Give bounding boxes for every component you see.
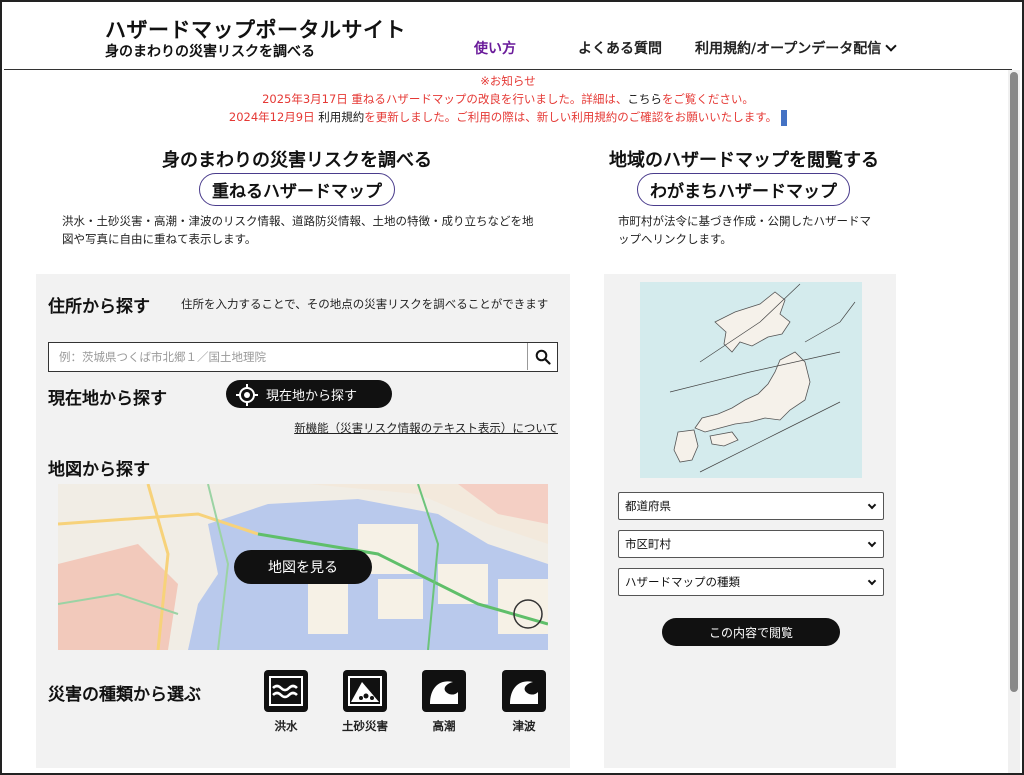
notice-line-1: 2025年3月17日 重ねるハザードマップの改良を行いました。詳細は、こちらをご…: [4, 90, 1012, 108]
map-search-heading: 地図から探す: [48, 460, 150, 480]
prefecture-select-value: 都道府県: [625, 499, 671, 513]
page-scrollbar[interactable]: [1008, 70, 1020, 773]
disaster-type-heading: 災害の種類から選ぶ: [48, 685, 201, 705]
right-description: 市町村が法令に基づき作成・公開したハザードマ ップへリンクします。: [618, 212, 888, 248]
chevron-down-icon: [867, 576, 877, 586]
tsunami-icon: [502, 670, 546, 712]
map-type-select[interactable]: ハザードマップの種類: [618, 568, 884, 596]
search-panel: 住所から探す 住所を入力することで、その地点の災害リスクを調べることができます …: [36, 274, 570, 768]
notice-text: 2025年3月17日 重ねるハザードマップの改良を行いました。詳細は、: [262, 92, 628, 106]
crosshair-icon: [236, 384, 258, 406]
left-description: 洪水・土砂災害・高潮・津波のリスク情報、道路防災情報、土地の特徴・成り立ちなどを…: [62, 212, 562, 248]
notice-text: 2024年12月9日: [228, 110, 319, 124]
notice-heading: ※お知らせ: [480, 74, 536, 88]
chevron-down-icon: [867, 538, 877, 548]
desc-line: ップへリンクします。: [618, 232, 732, 246]
landslide-icon: [343, 670, 387, 712]
local-hazardmap-panel: 都道府県 市区町村 ハザードマップの種類 この内容で閲覧: [604, 274, 896, 768]
view-content-button[interactable]: この内容で閲覧: [662, 618, 840, 646]
map-thumbnail[interactable]: 地図を見る: [58, 484, 548, 650]
right-section-heading: 地域のハザードマップを閲覧する: [609, 150, 879, 171]
kasaneru-hazardmap-link[interactable]: 重ねるハザードマップ: [199, 173, 395, 206]
new-feature-link[interactable]: 新機能（災害リスク情報のテキスト表示）について: [294, 420, 558, 436]
desc-line: 図や写真に自由に重ねて表示します。: [62, 232, 257, 246]
address-search-input[interactable]: [49, 343, 527, 370]
current-location-button[interactable]: 現在地から探す: [226, 380, 392, 408]
desc-line: 洪水・土砂災害・高潮・津波のリスク情報、道路防災情報、土地の特徴・成り立ちなどを…: [62, 214, 534, 228]
wagamachi-hazardmap-link[interactable]: わがまちハザードマップ: [637, 173, 850, 206]
desc-line: 市町村が法令に基づき作成・公開したハザードマ: [618, 214, 871, 228]
address-search-box: [48, 342, 558, 372]
disaster-flood-label: 洪水: [274, 719, 298, 733]
address-search-note: 住所を入力することで、その地点の災害リスクを調べることができます: [181, 297, 549, 311]
notice-link-here[interactable]: こちら: [627, 92, 662, 106]
notice-text: を更新しました。ご利用の際は、新しい利用規約のご確認をお願いいたします。: [364, 110, 778, 124]
disaster-tsunami-label: 津波: [512, 719, 536, 733]
site-subtitle: 身のまわりの災害リスクを調べる: [105, 44, 315, 60]
disaster-storm-surge[interactable]: 高潮: [422, 670, 466, 734]
current-location-heading: 現在地から探す: [48, 389, 167, 409]
nav-terms-dropdown[interactable]: 利用規約/オープンデータ配信: [695, 38, 897, 58]
notice-area: ※お知らせ 2025年3月17日 重ねるハザードマップの改良を行いました。詳細は…: [4, 72, 1012, 126]
disaster-flood[interactable]: 洪水: [264, 670, 308, 734]
current-location-button-label: 現在地から探す: [266, 388, 358, 404]
storm-surge-icon: [422, 670, 466, 712]
japan-map[interactable]: [640, 282, 862, 478]
site-header: ハザードマップポータルサイト 身のまわりの災害リスクを調べる 使い方 よくある質…: [4, 4, 1012, 70]
notice-marker: [781, 109, 788, 126]
nav-faq[interactable]: よくある質問: [578, 38, 662, 58]
notice-link-terms[interactable]: 利用規約: [318, 110, 364, 124]
chevron-down-icon: [885, 40, 897, 52]
left-section-heading: 身のまわりの災害リスクを調べる: [162, 150, 432, 171]
notice-text: をご覧ください。: [661, 92, 754, 106]
notice-line-2: 2024年12月9日 利用規約を更新しました。ご利用の際は、新しい利用規約のご確…: [4, 108, 1012, 126]
nav-usage[interactable]: 使い方: [474, 38, 516, 58]
flood-icon: [264, 670, 308, 712]
browser-frame: ハザードマップポータルサイト 身のまわりの災害リスクを調べる 使い方 よくある質…: [0, 0, 1024, 775]
map-type-select-value: ハザードマップの種類: [625, 575, 740, 589]
municipality-select-value: 市区町村: [625, 537, 671, 551]
search-icon: [535, 349, 551, 365]
chevron-down-icon: [867, 500, 877, 510]
prefecture-select[interactable]: 都道府県: [618, 492, 884, 520]
disaster-landslide[interactable]: 土砂災害: [342, 670, 388, 734]
japan-map-image: [669, 283, 856, 473]
site-title[interactable]: ハザードマップポータルサイト: [105, 14, 406, 44]
disaster-storm-surge-label: 高潮: [432, 719, 456, 733]
disaster-landslide-label: 土砂災害: [342, 719, 388, 733]
address-search-heading: 住所から探す: [48, 297, 150, 317]
search-button[interactable]: [527, 343, 557, 370]
scrollbar-thumb[interactable]: [1010, 72, 1018, 692]
disaster-tsunami[interactable]: 津波: [502, 670, 546, 734]
municipality-select[interactable]: 市区町村: [618, 530, 884, 558]
nav-terms-label: 利用規約/オープンデータ配信: [695, 41, 882, 57]
view-map-button[interactable]: 地図を見る: [234, 550, 372, 584]
